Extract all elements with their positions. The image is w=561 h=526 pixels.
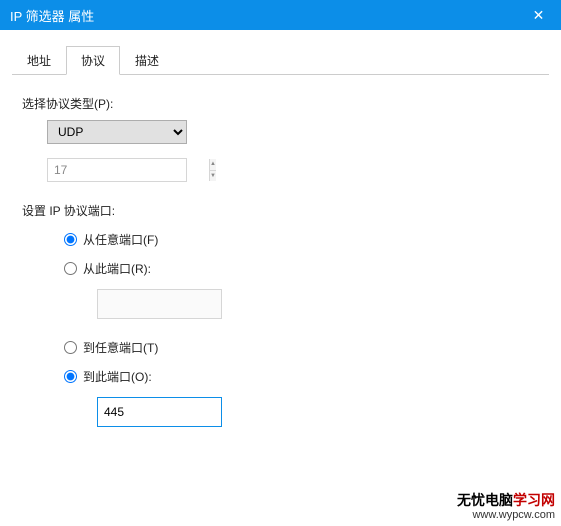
tab-strip: 地址 协议 描述 bbox=[12, 45, 549, 75]
protocol-number-spinner: ▲ ▼ bbox=[47, 158, 187, 182]
radio-to-this-port-label: 到此端口(O): bbox=[83, 368, 152, 385]
tab-protocol[interactable]: 协议 bbox=[66, 46, 120, 75]
radio-from-this-port-input[interactable] bbox=[64, 262, 77, 275]
from-port-input bbox=[97, 289, 222, 319]
radio-from-any-port-input[interactable] bbox=[64, 233, 77, 246]
radio-from-any-port[interactable]: 从任意端口(F) bbox=[64, 231, 539, 248]
titlebar: IP 筛选器 属性 ✕ bbox=[0, 0, 561, 30]
close-icon: ✕ bbox=[533, 7, 545, 24]
watermark: 无忧电脑学习网 www.wypcw.com bbox=[457, 492, 555, 522]
radio-to-any-port-input[interactable] bbox=[64, 341, 77, 354]
radio-from-this-port[interactable]: 从此端口(R): bbox=[64, 260, 539, 277]
protocol-number-wrap: ▲ ▼ bbox=[47, 158, 539, 182]
radio-to-this-port[interactable]: 到此端口(O): bbox=[64, 368, 539, 385]
radio-to-any-port[interactable]: 到任意端口(T) bbox=[64, 339, 539, 356]
radio-to-any-port-label: 到任意端口(T) bbox=[83, 339, 158, 356]
watermark-line1: 无忧电脑学习网 bbox=[457, 492, 555, 509]
to-port-input[interactable] bbox=[97, 397, 222, 427]
watermark-line1-left: 无忧电脑 bbox=[457, 492, 513, 508]
radio-from-any-port-label: 从任意端口(F) bbox=[83, 231, 158, 248]
tab-description[interactable]: 描述 bbox=[120, 46, 174, 75]
radio-to-this-port-input[interactable] bbox=[64, 370, 77, 383]
watermark-line1-right: 学习网 bbox=[513, 492, 555, 508]
spinner-down-icon[interactable]: ▼ bbox=[210, 171, 216, 182]
dialog-body: 地址 协议 描述 选择协议类型(P): UDP ▲ ▼ 设置 IP 协议端口: … bbox=[0, 30, 561, 449]
port-group-label: 设置 IP 协议端口: bbox=[22, 202, 539, 219]
tab-content-protocol: 选择协议类型(P): UDP ▲ ▼ 设置 IP 协议端口: 从任意端口(F) … bbox=[12, 75, 549, 437]
spinner-buttons: ▲ ▼ bbox=[209, 159, 216, 181]
radio-from-this-port-label: 从此端口(R): bbox=[83, 260, 151, 277]
close-button[interactable]: ✕ bbox=[516, 0, 561, 30]
spinner-up-icon[interactable]: ▲ bbox=[210, 159, 216, 171]
protocol-type-select[interactable]: UDP bbox=[47, 120, 187, 144]
window-title: IP 筛选器 属性 bbox=[10, 6, 94, 25]
protocol-number-input bbox=[48, 159, 209, 181]
protocol-type-label: 选择协议类型(P): bbox=[22, 95, 539, 112]
tab-address[interactable]: 地址 bbox=[12, 46, 66, 75]
watermark-url: www.wypcw.com bbox=[457, 509, 555, 522]
protocol-select-wrap: UDP bbox=[47, 120, 539, 144]
